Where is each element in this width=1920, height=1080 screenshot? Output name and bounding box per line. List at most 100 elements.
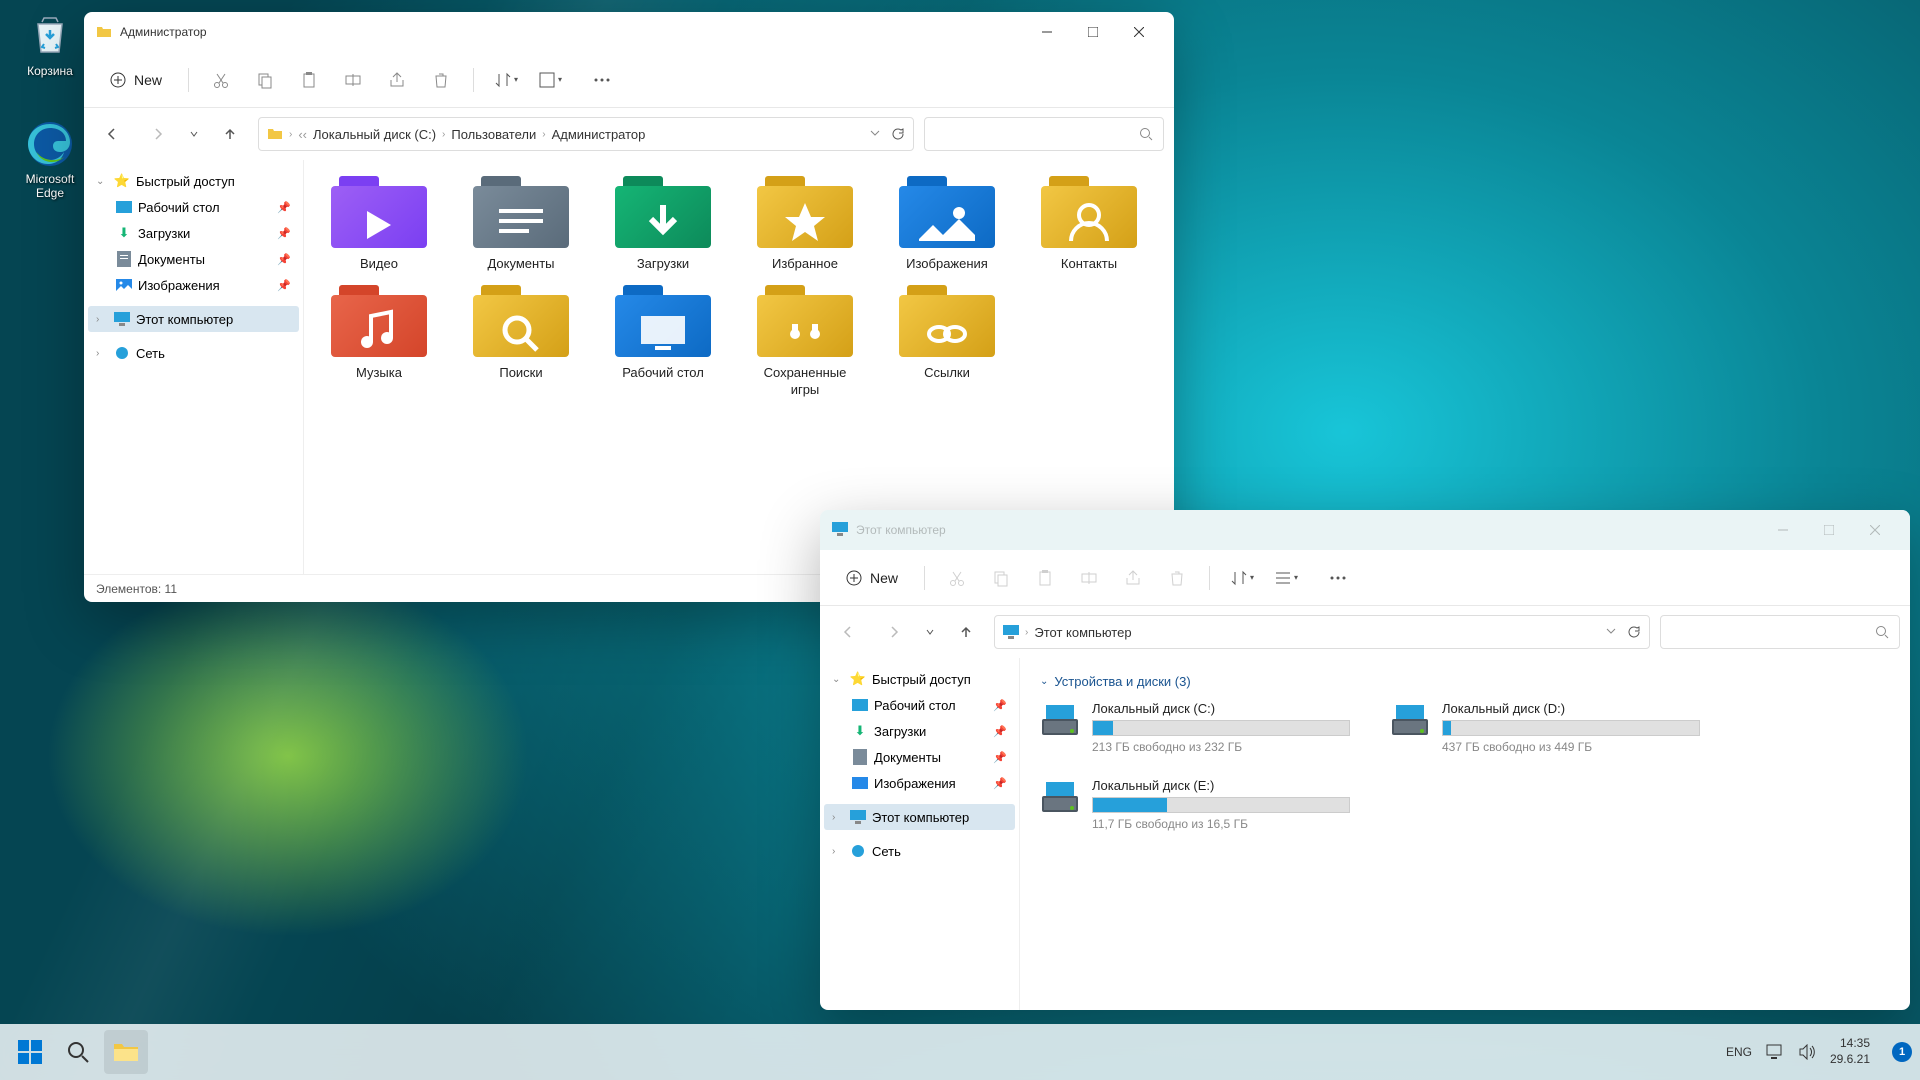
cut-button[interactable] bbox=[203, 62, 239, 98]
folder-item[interactable]: Избранное bbox=[750, 176, 860, 273]
folder-item[interactable]: Документы bbox=[466, 176, 576, 273]
nav-downloads[interactable]: ⬇Загрузки📌 bbox=[844, 718, 1015, 744]
delete-button[interactable] bbox=[423, 62, 459, 98]
folder-item[interactable]: Поиски bbox=[466, 285, 576, 399]
nav-documents[interactable]: Документы📌 bbox=[844, 744, 1015, 770]
folder-icon bbox=[331, 176, 427, 248]
up-button[interactable] bbox=[212, 116, 248, 152]
toolbar: New ▾ ▾ bbox=[820, 550, 1910, 606]
rename-button[interactable] bbox=[1071, 560, 1107, 596]
volume-tray-icon[interactable] bbox=[1798, 1044, 1816, 1060]
drive-item[interactable]: Локальный диск (C:)213 ГБ свободно из 23… bbox=[1040, 701, 1350, 754]
nav-network[interactable]: ›Сеть bbox=[824, 838, 1015, 864]
plus-circle-icon bbox=[846, 570, 862, 586]
desktop-icon-edge[interactable]: Microsoft Edge bbox=[12, 120, 88, 200]
folder-icon bbox=[473, 176, 569, 248]
search-input[interactable] bbox=[1660, 615, 1900, 649]
folder-item[interactable]: Видео bbox=[324, 176, 434, 273]
nav-this-pc[interactable]: ›Этот компьютер bbox=[88, 306, 299, 332]
maximize-button[interactable] bbox=[1806, 510, 1852, 550]
back-button[interactable] bbox=[94, 116, 130, 152]
start-button[interactable] bbox=[8, 1030, 52, 1074]
recent-button[interactable] bbox=[186, 116, 202, 152]
new-button[interactable]: New bbox=[834, 564, 910, 592]
language-indicator[interactable]: ENG bbox=[1726, 1045, 1752, 1059]
section-header[interactable]: ⌄Устройства и диски (3) bbox=[1040, 674, 1890, 689]
folder-item[interactable]: Изображения bbox=[892, 176, 1002, 273]
folder-item[interactable]: Рабочий стол bbox=[608, 285, 718, 399]
folder-item[interactable]: Ссылки bbox=[892, 285, 1002, 399]
share-button[interactable] bbox=[379, 62, 415, 98]
sort-button[interactable]: ▾ bbox=[1224, 560, 1260, 596]
folder-item[interactable]: Контакты bbox=[1034, 176, 1144, 273]
pc-icon bbox=[1003, 625, 1019, 639]
titlebar[interactable]: Администратор bbox=[84, 12, 1174, 52]
copy-button[interactable] bbox=[983, 560, 1019, 596]
copy-button[interactable] bbox=[247, 62, 283, 98]
more-button[interactable] bbox=[584, 62, 620, 98]
nav-documents[interactable]: Документы📌 bbox=[108, 246, 299, 272]
search-button[interactable] bbox=[56, 1030, 100, 1074]
forward-button[interactable] bbox=[876, 614, 912, 650]
pin-icon: 📌 bbox=[277, 279, 291, 292]
nav-desktop[interactable]: Рабочий стол📌 bbox=[108, 194, 299, 220]
star-icon: ⭐ bbox=[114, 173, 130, 189]
nav-network[interactable]: ›Сеть bbox=[88, 340, 299, 366]
titlebar[interactable]: Этот компьютер bbox=[820, 510, 1910, 550]
nav-quick-access[interactable]: ⌄⭐Быстрый доступ bbox=[88, 168, 299, 194]
desktop-icon-recycle-bin[interactable]: Корзина bbox=[12, 12, 88, 78]
refresh-icon[interactable] bbox=[891, 127, 905, 141]
maximize-button[interactable] bbox=[1070, 12, 1116, 52]
notification-badge[interactable]: 1 bbox=[1892, 1042, 1912, 1062]
nav-quick-access[interactable]: ⌄⭐Быстрый доступ bbox=[824, 666, 1015, 692]
address-row: › Этот компьютер bbox=[820, 606, 1910, 658]
forward-button[interactable] bbox=[140, 116, 176, 152]
close-button[interactable] bbox=[1852, 510, 1898, 550]
nav-pictures[interactable]: Изображения📌 bbox=[844, 770, 1015, 796]
folder-item[interactable]: Музыка bbox=[324, 285, 434, 399]
nav-this-pc[interactable]: ›Этот компьютер bbox=[824, 804, 1015, 830]
delete-button[interactable] bbox=[1159, 560, 1195, 596]
content-area[interactable]: ⌄Устройства и диски (3) Локальный диск (… bbox=[1020, 658, 1910, 1010]
paste-button[interactable] bbox=[1027, 560, 1063, 596]
view-button[interactable]: ▾ bbox=[532, 62, 568, 98]
drive-item[interactable]: Локальный диск (E:)11,7 ГБ свободно из 1… bbox=[1040, 778, 1350, 831]
chevron-down-icon[interactable] bbox=[869, 127, 881, 139]
sort-button[interactable]: ▾ bbox=[488, 62, 524, 98]
address-bar[interactable]: › ‹‹ Локальный диск (C:)› Пользователи› … bbox=[258, 117, 914, 151]
back-button[interactable] bbox=[830, 614, 866, 650]
pictures-icon bbox=[852, 775, 868, 791]
drive-free: 437 ГБ свободно из 449 ГБ bbox=[1442, 740, 1700, 754]
folder-item[interactable]: Загрузки bbox=[608, 176, 718, 273]
clock[interactable]: 14:35 29.6.21 bbox=[1830, 1036, 1878, 1067]
nav-pictures[interactable]: Изображения📌 bbox=[108, 272, 299, 298]
address-bar[interactable]: › Этот компьютер bbox=[994, 615, 1650, 649]
minimize-button[interactable] bbox=[1024, 12, 1070, 52]
recent-button[interactable] bbox=[922, 614, 938, 650]
nav-downloads[interactable]: ⬇Загрузки📌 bbox=[108, 220, 299, 246]
refresh-icon[interactable] bbox=[1627, 625, 1641, 639]
network-tray-icon[interactable] bbox=[1766, 1044, 1784, 1060]
drive-item[interactable]: Локальный диск (D:)437 ГБ свободно из 44… bbox=[1390, 701, 1700, 754]
new-button[interactable]: New bbox=[98, 66, 174, 94]
chevron-down-icon[interactable] bbox=[1605, 625, 1617, 637]
rename-button[interactable] bbox=[335, 62, 371, 98]
cut-button[interactable] bbox=[939, 560, 975, 596]
search-icon bbox=[1875, 625, 1889, 639]
paste-button[interactable] bbox=[291, 62, 327, 98]
folder-item[interactable]: Сохраненные игры bbox=[750, 285, 860, 399]
view-button[interactable]: ▾ bbox=[1268, 560, 1304, 596]
more-button[interactable] bbox=[1320, 560, 1356, 596]
up-button[interactable] bbox=[948, 614, 984, 650]
drive-bar bbox=[1092, 797, 1350, 813]
explorer-taskbar-button[interactable] bbox=[104, 1030, 148, 1074]
nav-desktop[interactable]: Рабочий стол📌 bbox=[844, 692, 1015, 718]
desktop-icon bbox=[852, 697, 868, 713]
drive-icon bbox=[1040, 778, 1080, 818]
pc-icon bbox=[850, 809, 866, 825]
share-button[interactable] bbox=[1115, 560, 1151, 596]
search-input[interactable] bbox=[924, 117, 1164, 151]
close-button[interactable] bbox=[1116, 12, 1162, 52]
download-icon: ⬇ bbox=[852, 723, 868, 739]
minimize-button[interactable] bbox=[1760, 510, 1806, 550]
